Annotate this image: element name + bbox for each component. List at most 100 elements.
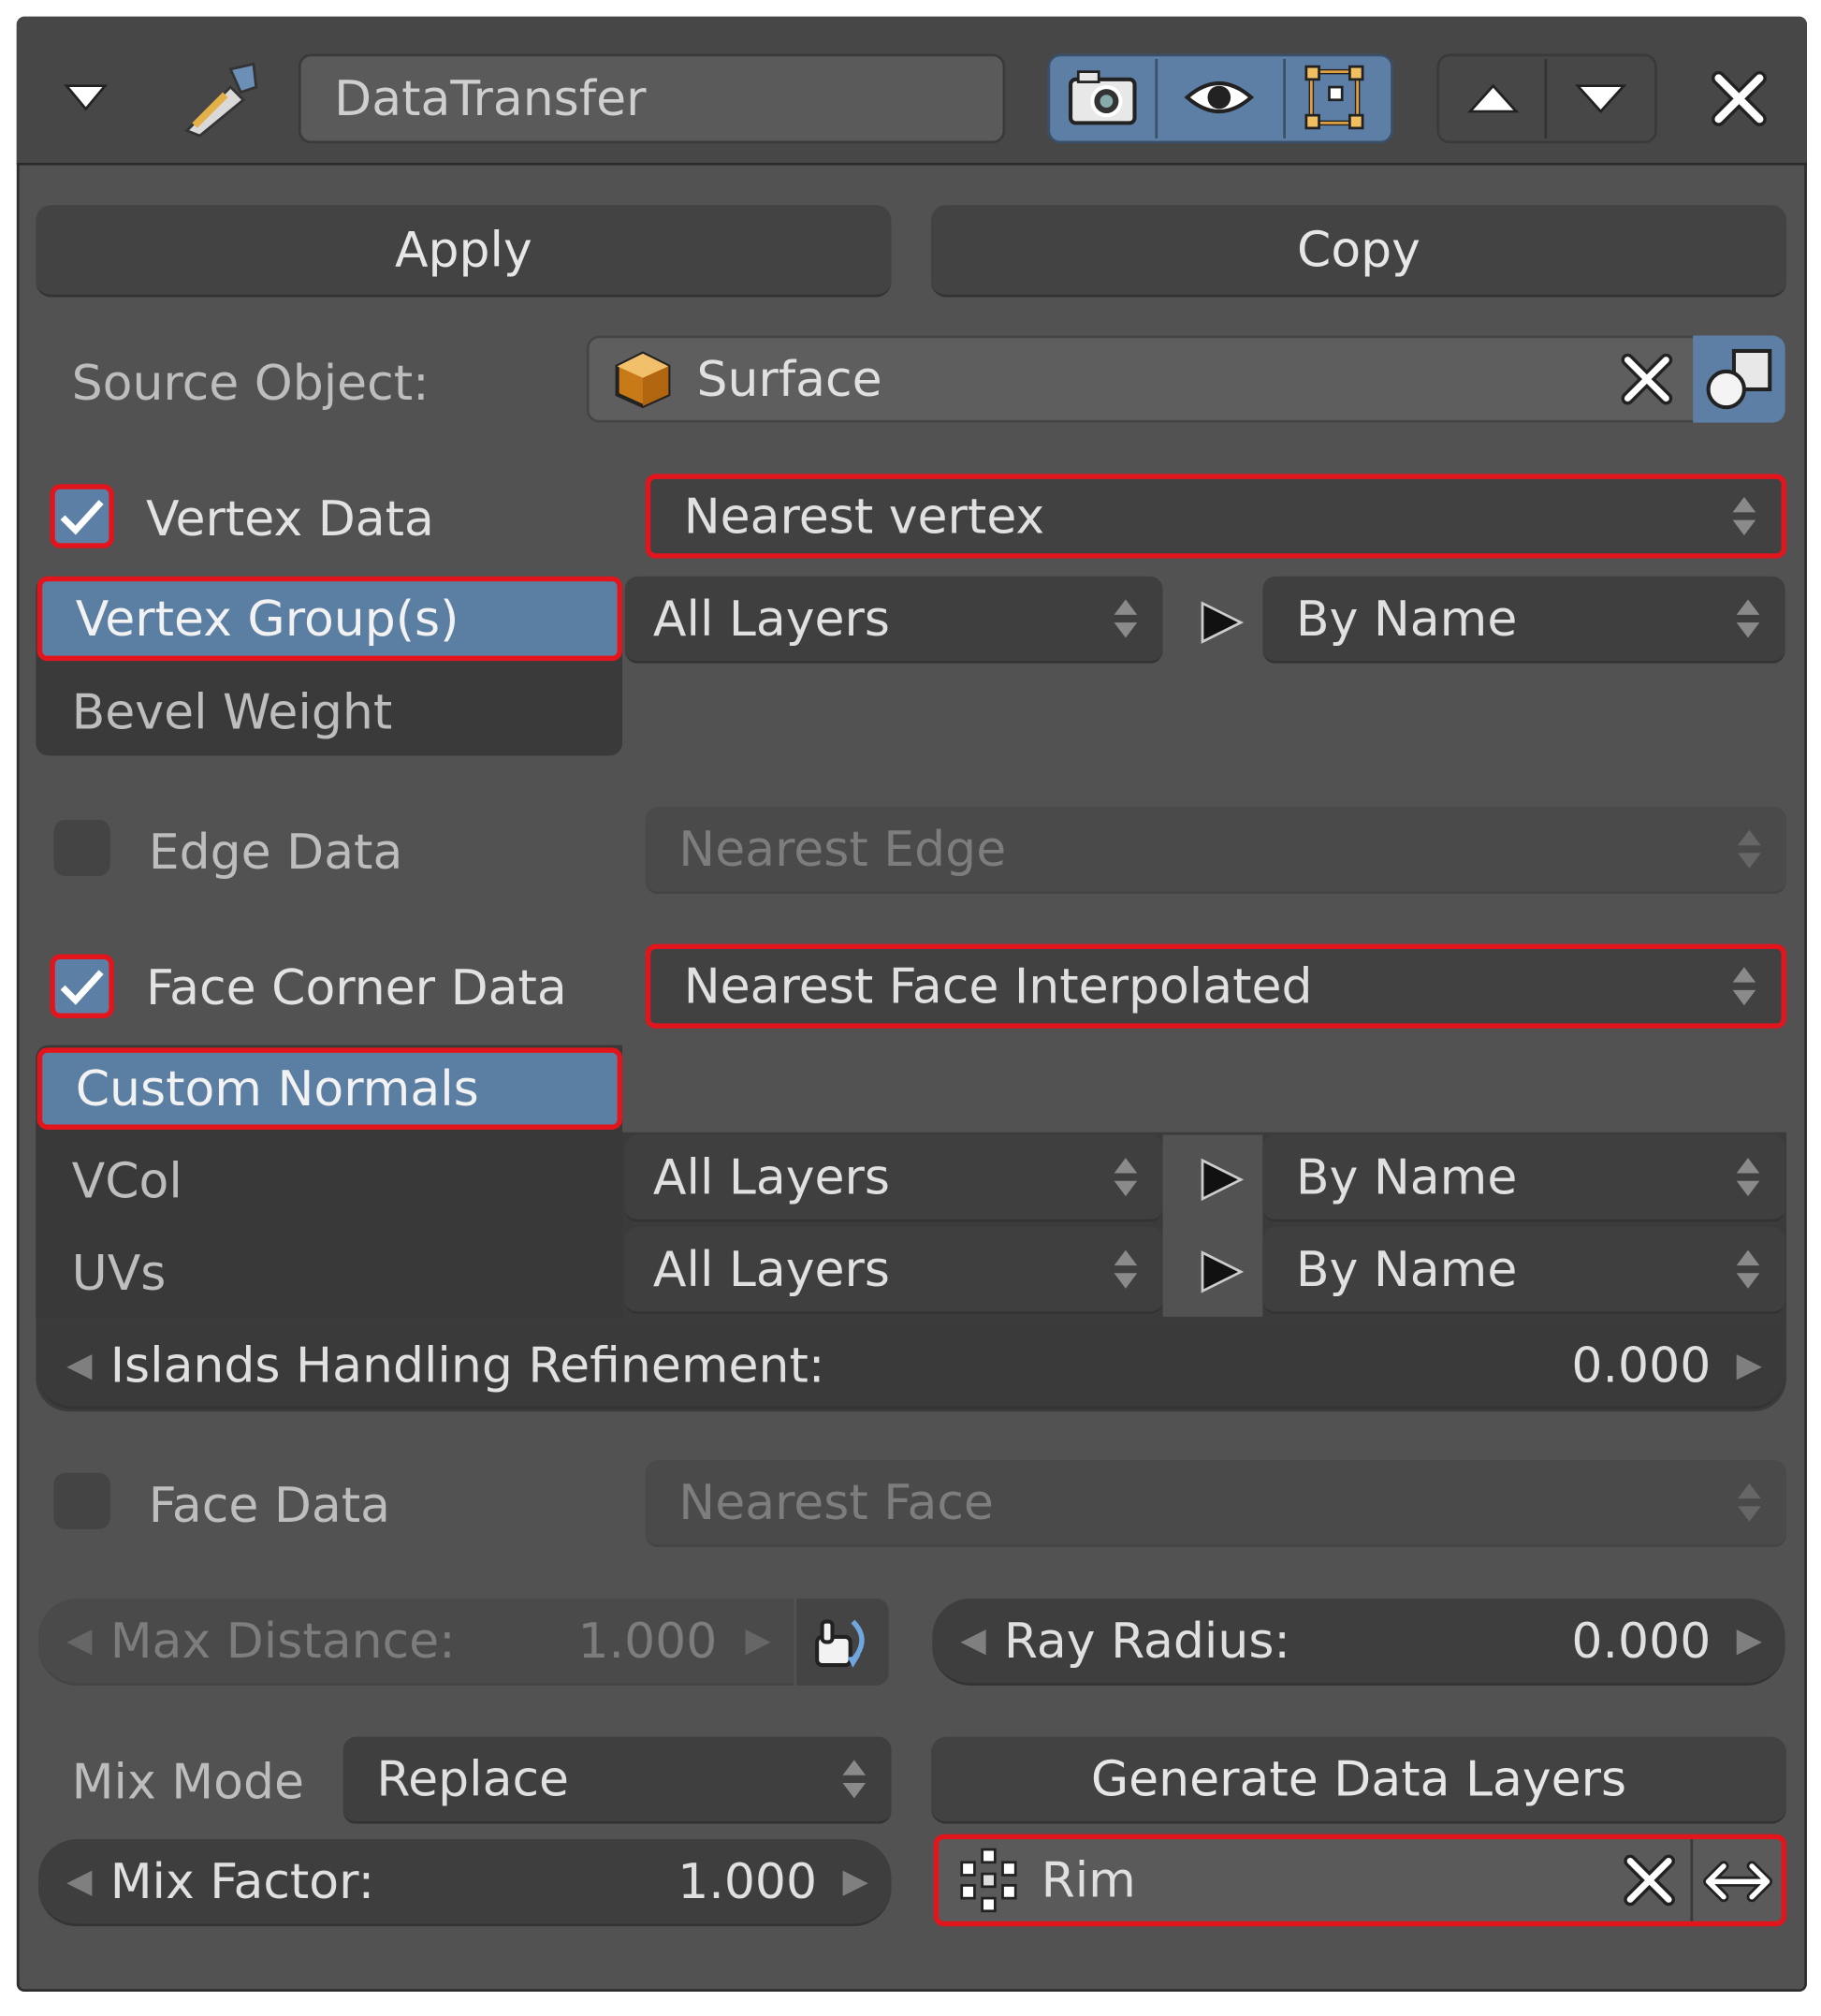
vertex-mapping-value: Nearest vertex xyxy=(683,488,1045,545)
edge-data-checkbox[interactable] xyxy=(53,819,110,877)
hand-pointer-icon xyxy=(815,1619,865,1668)
separator xyxy=(1283,58,1286,139)
decrement-arrow-icon[interactable]: ◀ xyxy=(960,1622,985,1660)
layers-dst-value: By Name xyxy=(1295,1241,1518,1298)
max-distance-label: Max Distance: xyxy=(109,1612,456,1670)
source-object-label: Source Object: xyxy=(71,355,430,412)
vertex-type-bevel-weight[interactable]: Bevel Weight xyxy=(72,674,393,751)
face-corner-type-label: Custom Normals xyxy=(75,1060,479,1118)
collapse-arrow-icon[interactable] xyxy=(64,82,109,118)
updown-icon xyxy=(1736,599,1760,638)
islands-refinement-value: 0.000 xyxy=(1571,1337,1712,1394)
updown-icon xyxy=(1736,1249,1760,1289)
face-corner-data-checkbox[interactable] xyxy=(50,954,114,1018)
vertex-data-checkbox[interactable] xyxy=(50,484,114,548)
clear-source-icon[interactable] xyxy=(1621,353,1673,410)
render-camera-icon[interactable] xyxy=(1066,64,1140,136)
eye-icon[interactable] xyxy=(1183,74,1255,125)
edge-mapping-value: Nearest Edge xyxy=(678,821,1007,878)
face-corner-type-label: VCol xyxy=(71,1152,182,1209)
face-corner-type-vcol[interactable]: VCol xyxy=(72,1143,182,1220)
vertex-layers-src-dropdown[interactable]: All Layers xyxy=(624,576,1163,664)
separator xyxy=(1155,58,1158,139)
face-mapping-dropdown[interactable]: Nearest Face xyxy=(645,1460,1787,1548)
wrench-icon xyxy=(180,59,264,143)
play-arrow-icon xyxy=(1199,1157,1245,1208)
vertex-mapping-dropdown[interactable]: Nearest vertex xyxy=(645,474,1787,559)
layers-dst-value: By Name xyxy=(1295,590,1518,648)
clear-vertex-group-icon[interactable] xyxy=(1624,1854,1675,1911)
face-mapping-value: Nearest Face xyxy=(678,1474,994,1531)
face-data-checkbox[interactable] xyxy=(53,1472,110,1529)
use-max-distance-toggle[interactable] xyxy=(796,1598,889,1686)
generate-data-layers-label: Generate Data Layers xyxy=(1090,1750,1627,1807)
edge-data-label: Edge Data xyxy=(148,823,403,881)
face-corner-mapping-value: Nearest Face Interpolated xyxy=(683,957,1313,1015)
increment-arrow-icon[interactable]: ▶ xyxy=(1737,1622,1762,1660)
mix-mode-value: Replace xyxy=(376,1750,570,1807)
face-corner-type-label: UVs xyxy=(71,1245,167,1302)
decrement-arrow-icon[interactable]: ◀ xyxy=(66,1863,92,1901)
islands-refinement-label: Islands Handling Refinement: xyxy=(109,1337,825,1394)
move-down-icon[interactable] xyxy=(1574,82,1627,121)
spacer xyxy=(622,1045,1787,1132)
edit-mode-icon[interactable] xyxy=(1301,64,1373,136)
face-corner-type-uvs[interactable]: UVs xyxy=(72,1234,167,1311)
object-shapes-icon xyxy=(1703,345,1777,417)
increment-arrow-icon[interactable]: ▶ xyxy=(745,1622,770,1660)
ray-radius-slider[interactable]: ◀ Ray Radius: 0.000 ▶ xyxy=(932,1598,1785,1686)
updown-icon xyxy=(1114,599,1138,638)
uvs-layers-src-dropdown[interactable]: All Layers xyxy=(624,1227,1163,1315)
ray-radius-value: 0.000 xyxy=(1571,1612,1712,1670)
vertex-type-label: Bevel Weight xyxy=(71,683,393,740)
increment-arrow-icon[interactable]: ▶ xyxy=(842,1863,867,1901)
layers-src-value: All Layers xyxy=(652,1241,891,1298)
modifier-name-text: DataTransfer xyxy=(334,70,647,127)
face-corner-data-label: Face Corner Data xyxy=(146,959,567,1016)
updown-icon xyxy=(1736,1158,1760,1197)
edge-mapping-dropdown[interactable]: Nearest Edge xyxy=(645,807,1787,895)
max-distance-value: 1.000 xyxy=(577,1612,718,1670)
invert-vertex-group-icon[interactable] xyxy=(1700,1860,1774,1908)
close-icon[interactable] xyxy=(1711,70,1767,132)
separator xyxy=(1690,1839,1694,1921)
uvs-layers-dst-dropdown[interactable]: By Name xyxy=(1262,1227,1785,1315)
updown-icon xyxy=(1114,1158,1138,1197)
vertex-group-value: Rim xyxy=(1041,1851,1136,1909)
mix-factor-value: 1.000 xyxy=(677,1853,818,1910)
mix-mode-label: Mix Mode xyxy=(71,1753,304,1810)
copy-button[interactable]: Copy xyxy=(930,204,1787,298)
copy-label: Copy xyxy=(1297,221,1420,278)
decrement-arrow-icon[interactable]: ◀ xyxy=(66,1346,92,1384)
generate-data-layers-button[interactable]: Generate Data Layers xyxy=(930,1736,1787,1824)
modifier-name-input[interactable]: DataTransfer xyxy=(298,53,1006,144)
layers-src-value: All Layers xyxy=(652,590,891,648)
updown-icon xyxy=(842,1760,867,1799)
separator xyxy=(1544,58,1548,139)
updown-icon xyxy=(1732,496,1756,536)
vertex-group-icon xyxy=(956,1847,1023,1913)
updown-icon xyxy=(1732,967,1756,1006)
mix-factor-slider[interactable]: ◀ Mix Factor: 1.000 ▶ xyxy=(38,1839,892,1927)
apply-button[interactable]: Apply xyxy=(36,204,892,298)
vertex-type-vertex-groups[interactable]: Vertex Group(s) xyxy=(36,576,623,662)
vertex-type-label: Vertex Group(s) xyxy=(75,590,459,648)
increment-arrow-icon[interactable]: ▶ xyxy=(1737,1346,1762,1384)
source-object-field[interactable]: Surface xyxy=(586,335,1785,423)
updown-icon xyxy=(1738,829,1761,869)
islands-refinement-slider[interactable]: ◀ Islands Handling Refinement: 0.000 ▶ xyxy=(38,1324,1785,1410)
move-up-icon[interactable] xyxy=(1466,82,1520,121)
updown-icon xyxy=(1738,1483,1761,1522)
mix-factor-label: Mix Factor: xyxy=(109,1853,375,1910)
vcol-layers-src-dropdown[interactable]: All Layers xyxy=(624,1134,1163,1222)
cube-object-icon xyxy=(612,350,674,409)
vcol-layers-dst-dropdown[interactable]: By Name xyxy=(1262,1134,1785,1222)
face-corner-type-custom-normals[interactable]: Custom Normals xyxy=(36,1047,623,1131)
mix-mode-dropdown[interactable]: Replace xyxy=(342,1736,892,1824)
face-corner-mapping-dropdown[interactable]: Nearest Face Interpolated xyxy=(645,943,1787,1029)
decrement-arrow-icon[interactable]: ◀ xyxy=(66,1622,92,1660)
max-distance-slider[interactable]: ◀ Max Distance: 1.000 ▶ xyxy=(38,1598,794,1686)
layers-src-value: All Layers xyxy=(652,1148,891,1205)
updown-icon xyxy=(1114,1249,1138,1289)
vertex-layers-dst-dropdown[interactable]: By Name xyxy=(1262,576,1785,664)
